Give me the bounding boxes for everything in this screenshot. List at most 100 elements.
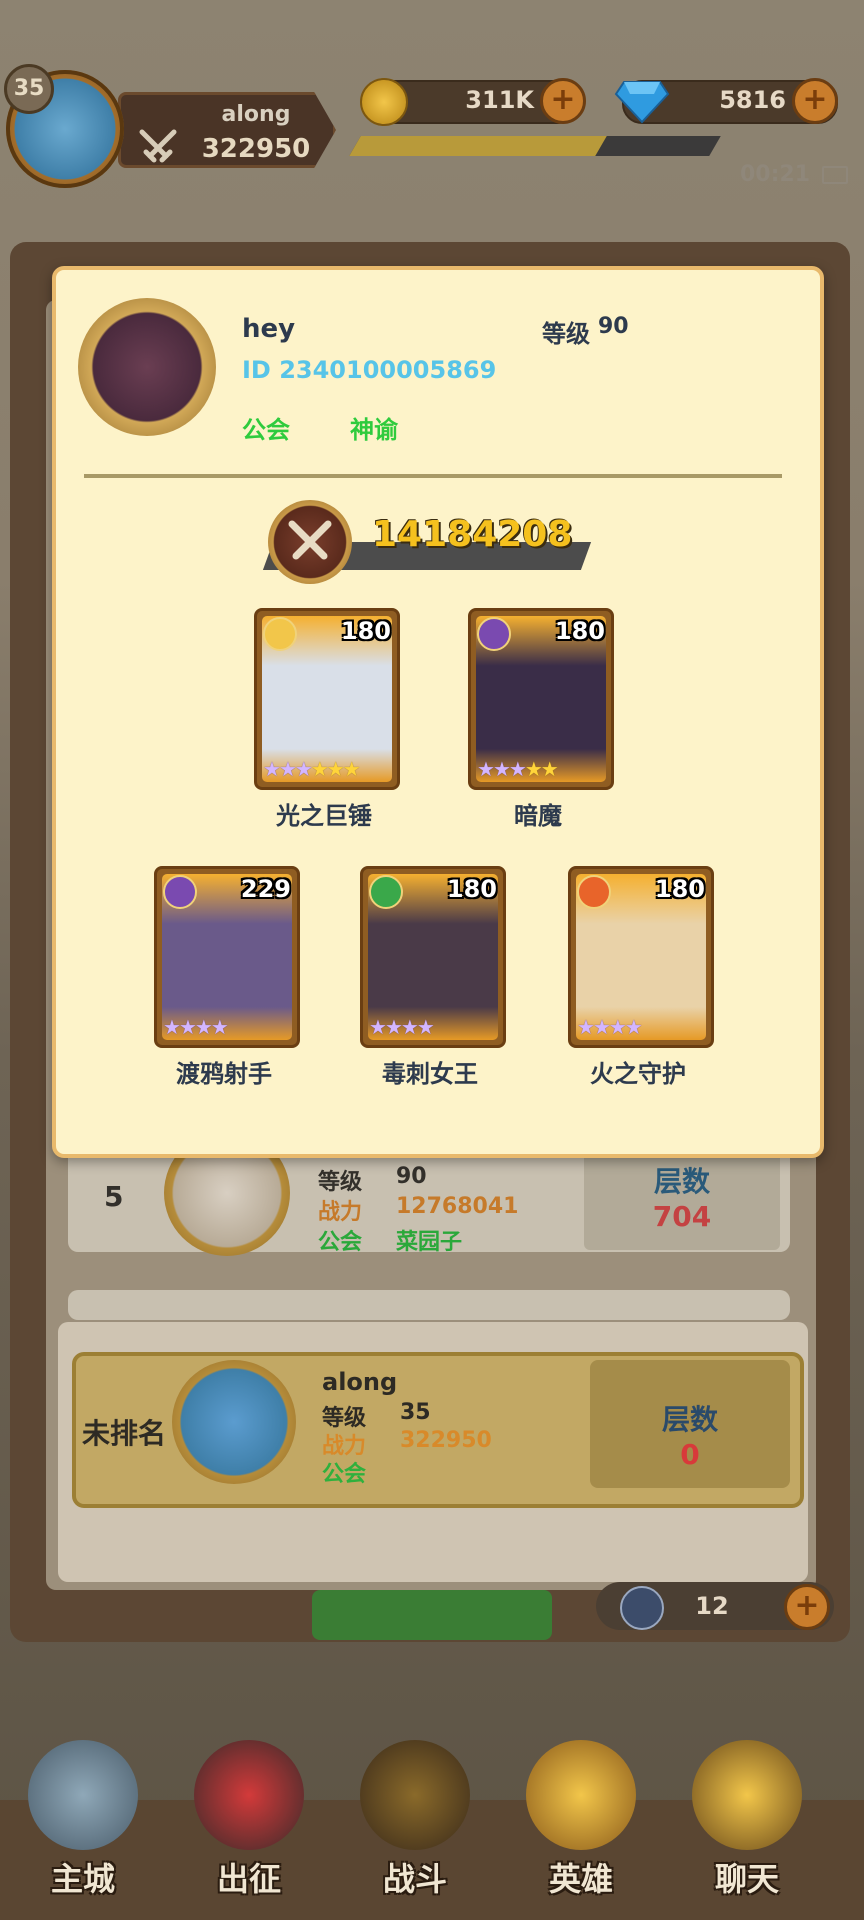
popup-level-label: 等级 [542, 320, 590, 348]
battle-shield-icon [360, 1740, 470, 1850]
star-icon: ★ [178, 1015, 197, 1039]
star-icon: ★ [577, 1015, 595, 1039]
nav-chat[interactable]: 聊天 [672, 1740, 822, 1910]
gold-amount: 311K [465, 86, 534, 114]
battery-icon [822, 166, 848, 184]
hero-name: 光之巨锤 [276, 802, 372, 830]
crossed-swords-icon [139, 129, 177, 163]
popup-level-value: 90 [598, 314, 629, 339]
clock: 00:21 [740, 162, 811, 187]
hero-card[interactable]: 180 ★★★★★ [468, 608, 614, 790]
star-icon: ★ [400, 1015, 419, 1039]
star-icon: ★ [384, 1015, 403, 1039]
star-icon: ★ [608, 1015, 627, 1039]
ticket-count: 12 [695, 1592, 729, 1620]
dark-element-icon [477, 617, 511, 651]
light-element-icon [263, 617, 297, 651]
nav-label: 主城 [50, 1860, 115, 1898]
star-icon: ★ [540, 757, 559, 781]
hero-stars: ★★★★★★ [263, 757, 361, 781]
star-icon: ★ [508, 757, 527, 781]
star-icon: ★ [492, 757, 511, 781]
popup-guild-label: 公会 [242, 416, 290, 444]
row-floors-label: 层数 [653, 1165, 710, 1198]
my-rank-text: 未排名 [82, 1417, 167, 1450]
hero-card[interactable]: 180 ★★★★★★ [254, 608, 400, 790]
row-power: 12768041 [396, 1194, 519, 1219]
add-gems-button[interactable]: + [792, 78, 838, 124]
my-floors: 0 [680, 1438, 700, 1471]
dark-element-icon [163, 875, 197, 909]
gem-amount: 5816 [719, 86, 786, 114]
nature-element-icon [369, 875, 403, 909]
nav-battle[interactable]: 战斗 [340, 1740, 490, 1910]
experience-bar-fill [349, 136, 607, 156]
diamond-icon [614, 81, 670, 124]
my-floors-label: 层数 [661, 1403, 718, 1436]
add-ticket-button[interactable]: + [784, 1584, 830, 1630]
hero-card[interactable]: 180 ★★★★ [568, 866, 714, 1048]
row-level-label: 等级 [318, 1170, 363, 1195]
star-icon: ★ [342, 757, 361, 781]
popup-divider [84, 474, 782, 478]
star-icon: ★ [294, 757, 313, 781]
row-floors: 704 [652, 1200, 712, 1233]
my-guild-label: 公会 [322, 1462, 367, 1487]
hero-level: 180 [340, 617, 391, 645]
fire-element-icon [577, 875, 611, 909]
nav-heroes[interactable]: 英雄 [506, 1740, 656, 1910]
hero-name: 毒刺女王 [382, 1060, 478, 1088]
star-icon: ★ [263, 757, 281, 781]
my-avatar [172, 1360, 296, 1484]
tower-icon [28, 1740, 138, 1850]
row-level: 90 [396, 1164, 427, 1189]
ranking-row[interactable] [68, 1290, 790, 1320]
hero-stars: ★★★★ [369, 1015, 435, 1039]
ranking-button[interactable] [312, 1590, 552, 1640]
hero-stars: ★★★★★ [477, 757, 559, 781]
gold-coin-icon [360, 78, 408, 126]
ticket-icon [620, 1586, 664, 1630]
hero-name: 渡鸦射手 [176, 1060, 272, 1088]
expedition-icon [194, 1740, 304, 1850]
nav-main-city[interactable]: 主城 [8, 1740, 158, 1910]
star-icon: ★ [210, 1015, 229, 1039]
hero-stars: ★★★★ [163, 1015, 229, 1039]
star-icon: ★ [524, 757, 543, 781]
popup-player-name: hey [242, 314, 296, 344]
hero-card[interactable]: 180 ★★★★ [360, 866, 506, 1048]
nav-label: 战斗 [382, 1860, 447, 1898]
star-icon: ★ [163, 1015, 181, 1039]
hero-stars: ★★★★ [577, 1015, 643, 1039]
popup-player-avatar [78, 298, 216, 436]
player-level-badge: 35 [4, 64, 54, 114]
hero-name: 火之守护 [590, 1060, 686, 1088]
star-icon: ★ [592, 1015, 611, 1039]
row-power-label: 战力 [318, 1200, 363, 1225]
hero-level: 229 [240, 875, 291, 903]
star-icon: ★ [369, 1015, 387, 1039]
hero-level: 180 [554, 617, 605, 645]
popup-power-value: 14184208 [372, 514, 573, 555]
row-guild-label: 公会 [318, 1230, 363, 1255]
star-icon: ★ [477, 757, 495, 781]
my-name: along [322, 1368, 398, 1396]
my-level: 35 [400, 1400, 431, 1425]
player-power: 322950 [201, 134, 311, 164]
hero-card[interactable]: 229 ★★★★ [154, 866, 300, 1048]
star-icon: ★ [416, 1015, 435, 1039]
star-icon: ★ [326, 757, 345, 781]
star-icon: ★ [310, 757, 329, 781]
add-gold-button[interactable]: + [540, 78, 586, 124]
nav-label: 英雄 [548, 1860, 613, 1898]
nav-expedition[interactable]: 出征 [174, 1740, 324, 1910]
hero-level: 180 [446, 875, 497, 903]
star-icon: ★ [278, 757, 297, 781]
star-icon: ★ [194, 1015, 213, 1039]
hero-name: 暗魔 [514, 802, 562, 830]
popup-player-id: ID 2340100005869 [242, 356, 497, 384]
popup-guild-name[interactable]: 神谕 [350, 410, 398, 445]
my-power: 322950 [400, 1428, 492, 1453]
nav-label: 出征 [216, 1860, 281, 1898]
hero-helmet-icon [526, 1740, 636, 1850]
